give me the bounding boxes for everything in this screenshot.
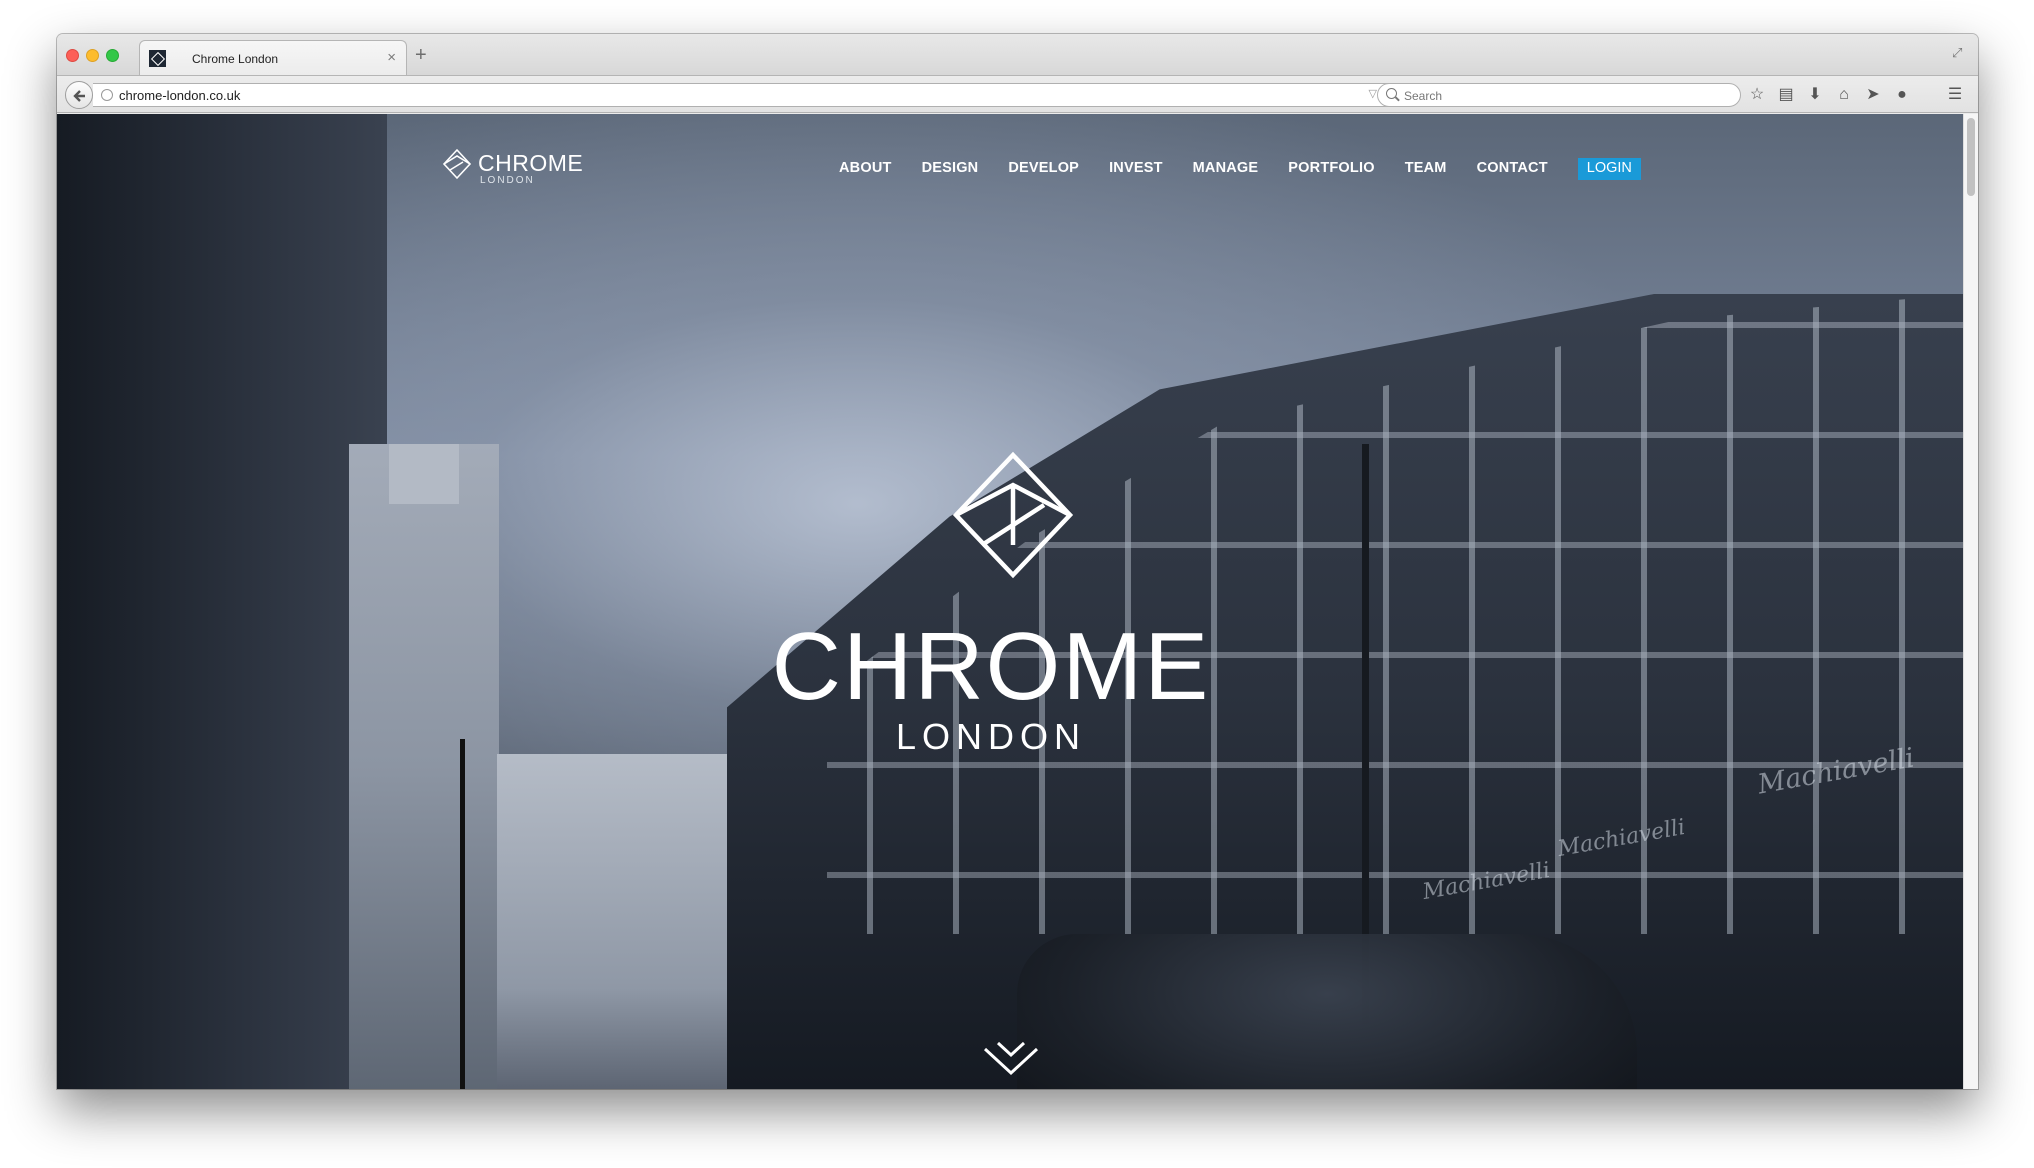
menu-icon[interactable]: ☰	[1946, 86, 1964, 104]
nav-team[interactable]: TEAM	[1405, 158, 1447, 180]
send-icon[interactable]: ➤	[1864, 86, 1882, 104]
reader-icon[interactable]: ▤	[1777, 86, 1795, 104]
url-text: chrome-london.co.uk	[119, 88, 241, 103]
tab-title: Chrome London	[192, 52, 279, 66]
background-taxi	[1017, 934, 1637, 1089]
background-building-left	[57, 114, 387, 1089]
hero-subtitle: LONDON	[895, 716, 1087, 757]
page-scrollbar[interactable]	[1963, 114, 1978, 1089]
close-tab-icon[interactable]: ×	[387, 49, 396, 66]
nav-design[interactable]: DESIGN	[922, 158, 979, 180]
browser-window: Chrome London × + ⤢ chrome-london.co.uk …	[57, 34, 1978, 1089]
main-navigation: ABOUT DESIGN DEVELOP INVEST MANAGE PORTF…	[839, 158, 1641, 180]
nav-portfolio[interactable]: PORTFOLIO	[1288, 158, 1374, 180]
window-minimize-button[interactable]	[86, 49, 99, 62]
back-button[interactable]	[65, 81, 93, 109]
favicon-icon	[149, 50, 166, 67]
logo-subtitle: LONDON	[480, 175, 535, 186]
nav-manage[interactable]: MANAGE	[1193, 158, 1259, 180]
search-icon	[1386, 88, 1397, 99]
hero-title: CHROME	[771, 613, 1211, 720]
new-tab-icon[interactable]: +	[415, 44, 427, 67]
search-input[interactable]	[1404, 87, 1724, 104]
chrome-logo-icon	[442, 148, 472, 180]
nav-about[interactable]: ABOUT	[839, 158, 892, 180]
scrollbar-thumb[interactable]	[1967, 118, 1975, 196]
star-icon[interactable]: ☆	[1748, 86, 1766, 104]
nav-contact[interactable]: CONTACT	[1477, 158, 1548, 180]
logo-name: CHROME	[478, 150, 584, 176]
window-close-button[interactable]	[66, 49, 79, 62]
fullscreen-icon[interactable]: ⤢	[1952, 45, 1966, 60]
background-tower-top	[389, 444, 459, 504]
address-bar[interactable]: chrome-london.co.uk ▽ ↻	[93, 83, 1404, 107]
browser-tab[interactable]: Chrome London ×	[139, 40, 407, 75]
background-building-middle	[497, 754, 727, 1089]
globe-icon	[101, 89, 113, 101]
nav-invest[interactable]: INVEST	[1109, 158, 1163, 180]
hero-logo-icon	[952, 451, 1074, 579]
back-icon	[73, 90, 85, 102]
chat-icon[interactable]: ●	[1893, 86, 1911, 104]
download-icon[interactable]: ⬇	[1806, 86, 1824, 104]
page-viewport: Machiavelli Machiavelli Machiavelli CHRO…	[57, 114, 1963, 1089]
search-box[interactable]	[1377, 83, 1741, 107]
login-button[interactable]: LOGIN	[1577, 158, 1641, 180]
street-lamp	[460, 739, 465, 1089]
nav-develop[interactable]: DEVELOP	[1008, 158, 1079, 180]
navigation-toolbar: chrome-london.co.uk ▽ ↻ ☆ ▤ ⬇ ⌂ ➤ ● ☰	[57, 75, 1978, 113]
background-tower	[349, 444, 499, 1089]
url-dropdown-icon[interactable]: ▽	[1369, 87, 1377, 100]
window-maximize-button[interactable]	[106, 49, 119, 62]
site-logo[interactable]: CHROME LONDON	[442, 146, 592, 190]
home-icon[interactable]: ⌂	[1835, 86, 1853, 104]
tab-strip: Chrome London × + ⤢	[57, 34, 1978, 75]
scroll-down-icon[interactable]	[982, 1039, 1040, 1079]
